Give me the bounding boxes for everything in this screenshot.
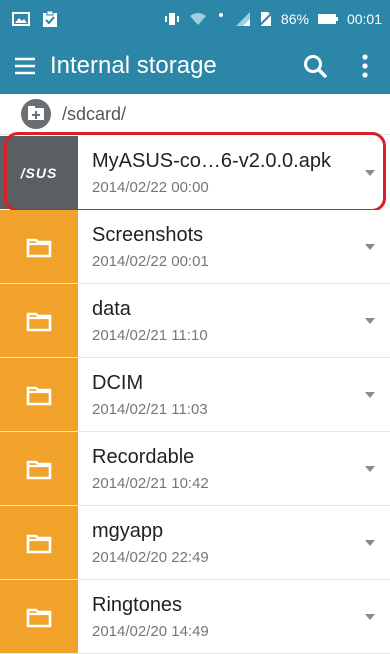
file-date: 2014/02/21 11:10 — [92, 326, 208, 344]
breadcrumb: /sdcard/ — [0, 94, 390, 135]
chevron-down-icon[interactable] — [350, 284, 390, 357]
folder-icon — [0, 506, 78, 579]
signal-icon — [235, 11, 251, 27]
file-date: 2014/02/21 11:03 — [92, 400, 208, 418]
status-left — [0, 10, 58, 28]
alarm-icon — [215, 11, 227, 27]
file-date: 2014/02/22 00:01 — [92, 252, 209, 270]
list-item[interactable]: Recordable 2014/02/21 10:42 — [0, 432, 390, 506]
current-path[interactable]: /sdcard/ — [62, 104, 126, 125]
file-name: MyASUS-co…6-v2.0.0.apk — [92, 149, 331, 172]
clipboard-check-icon — [42, 10, 58, 28]
chevron-down-icon[interactable] — [350, 580, 390, 653]
list-item[interactable]: /SUS MyASUS-co…6-v2.0.0.apk 2014/02/22 0… — [0, 132, 390, 212]
file-name: mgyapp — [92, 519, 164, 542]
chevron-down-icon[interactable] — [350, 506, 390, 579]
status-time: 00:01 — [346, 11, 382, 27]
chevron-down-icon[interactable] — [350, 210, 390, 283]
file-date: 2014/02/21 10:42 — [92, 474, 209, 492]
page-title: Internal storage — [50, 52, 217, 79]
file-name: Recordable — [92, 445, 195, 468]
list-item-text: DCIM 2014/02/21 11:03 — [78, 358, 350, 431]
vibrate-icon — [163, 11, 181, 27]
file-name: DCIM — [92, 371, 144, 394]
storage-folder-icon[interactable] — [20, 98, 52, 130]
app-bar-actions — [290, 38, 390, 94]
search-icon[interactable] — [290, 38, 340, 94]
no-sim-icon — [259, 11, 273, 27]
chevron-down-icon[interactable] — [350, 358, 390, 431]
file-name: data — [92, 297, 131, 320]
list-item[interactable]: Ringtones 2014/02/20 14:49 — [0, 580, 390, 654]
list-item-text: Recordable 2014/02/21 10:42 — [78, 432, 350, 505]
folder-icon — [0, 432, 78, 505]
folder-icon — [0, 284, 78, 357]
folder-icon — [0, 358, 78, 431]
list-item[interactable]: Screenshots 2014/02/22 00:01 — [0, 210, 390, 284]
apk-thumbnail: /SUS — [0, 136, 78, 209]
list-item-text: Ringtones 2014/02/20 14:49 — [78, 580, 350, 653]
folder-icon — [0, 210, 78, 283]
battery-icon — [317, 12, 339, 26]
list-item-text: mgyapp 2014/02/20 22:49 — [78, 506, 350, 579]
file-date: 2014/02/20 22:49 — [92, 548, 209, 566]
wifi-icon — [189, 11, 207, 27]
list-item-text: data 2014/02/21 11:10 — [78, 284, 350, 357]
folder-icon — [0, 580, 78, 653]
file-name: Ringtones — [92, 593, 183, 616]
chevron-down-icon[interactable] — [350, 432, 390, 505]
list-item-text: MyASUS-co…6-v2.0.0.apk 2014/02/22 00:00 — [78, 136, 350, 209]
status-right: 86% 00:01 — [163, 11, 390, 27]
file-name: Screenshots — [92, 223, 204, 246]
overflow-menu-icon[interactable] — [340, 38, 390, 94]
list-item[interactable]: DCIM 2014/02/21 11:03 — [0, 358, 390, 432]
file-list: /SUS MyASUS-co…6-v2.0.0.apk 2014/02/22 0… — [0, 132, 390, 654]
chevron-down-icon[interactable] — [350, 136, 390, 209]
app-bar: Internal storage — [0, 38, 390, 94]
image-icon — [12, 11, 30, 27]
list-item[interactable]: mgyapp 2014/02/20 22:49 — [0, 506, 390, 580]
file-date: 2014/02/20 14:49 — [92, 622, 209, 640]
status-bar: 86% 00:01 — [0, 0, 390, 38]
asus-logo: /SUS — [20, 164, 58, 181]
battery-percentage: 86% — [280, 11, 309, 27]
list-item-text: Screenshots 2014/02/22 00:01 — [78, 210, 350, 283]
hamburger-menu-icon[interactable] — [8, 38, 42, 94]
file-date: 2014/02/22 00:00 — [92, 178, 209, 196]
list-item[interactable]: data 2014/02/21 11:10 — [0, 284, 390, 358]
